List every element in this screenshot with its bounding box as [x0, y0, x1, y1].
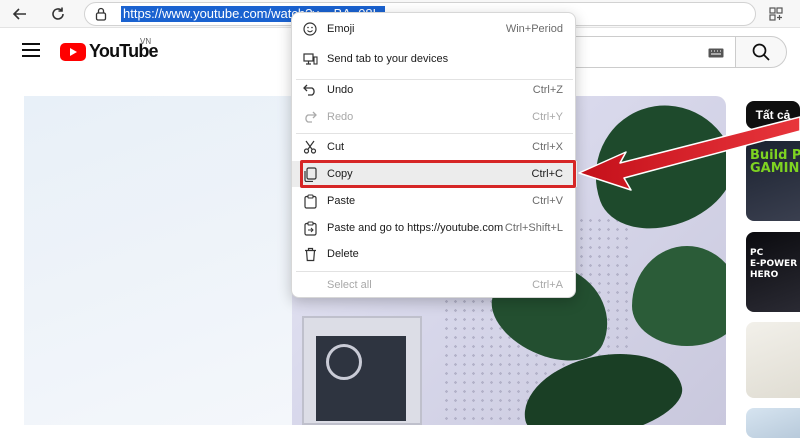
menu-item-shortcut: Ctrl+Shift+L	[504, 222, 563, 234]
back-button[interactable]	[8, 3, 32, 25]
redo-icon	[302, 109, 318, 125]
region-code: VN	[140, 37, 152, 46]
video-thumbnail[interactable]: PC E-POWER HERO	[746, 232, 800, 312]
menu-item-label: Cut	[327, 141, 345, 153]
video-thumbnail[interactable]: Build P GAMIN	[746, 141, 800, 221]
page-background	[24, 96, 294, 425]
youtube-play-icon	[60, 42, 86, 61]
menu-item-shortcut: Ctrl+Y	[532, 111, 563, 123]
chip-all[interactable]: Tất cả	[746, 101, 800, 129]
paste-icon	[302, 193, 318, 209]
back-arrow-icon	[12, 8, 26, 20]
menu-item-paste-and-go[interactable]: Paste and go to https://youtube.com Ctrl…	[292, 215, 577, 241]
copy-highlight-frame	[300, 160, 576, 188]
menu-item-label: Emoji	[327, 23, 355, 35]
send-tab-icon	[302, 51, 318, 67]
menu-item-label: Paste and go to https://youtube.com	[327, 222, 504, 234]
menu-item-label: Undo	[327, 84, 354, 96]
menu-item-shortcut: Ctrl+V	[532, 195, 563, 207]
menu-item-emoji[interactable]: Emoji Win+Period	[292, 16, 577, 42]
emoji-icon	[302, 21, 318, 37]
reload-button[interactable]	[46, 3, 70, 25]
cut-icon	[302, 139, 318, 155]
context-menu: Emoji Win+Period Send tab to your device…	[291, 12, 577, 298]
menu-item-shortcut: Ctrl+X	[532, 141, 563, 153]
menu-item-label: Select all	[327, 279, 372, 291]
pc-fan-image	[326, 344, 362, 380]
plant-leaf	[632, 246, 726, 346]
menu-item-label: Delete	[327, 248, 359, 260]
search-button[interactable]	[735, 36, 787, 68]
thumbnail-caption: PC E-POWER HERO	[750, 248, 798, 280]
menu-item-shortcut: Ctrl+Z	[532, 84, 563, 96]
reload-icon	[52, 7, 64, 20]
menu-item-send-tab[interactable]: Send tab to your devices	[292, 46, 577, 72]
menu-item-label: Paste	[327, 195, 356, 207]
menu-hamburger-icon[interactable]	[22, 43, 40, 57]
keyboard-icon[interactable]	[708, 45, 724, 63]
delete-icon	[302, 246, 318, 262]
pc-interior-image	[316, 336, 406, 421]
menu-item-paste[interactable]: Paste Ctrl+V	[292, 188, 577, 214]
undo-icon	[302, 82, 318, 98]
menu-item-select-all: Select all Ctrl+A	[292, 272, 577, 298]
video-thumbnail[interactable]	[746, 408, 800, 438]
paste-go-icon	[302, 220, 318, 236]
menu-item-shortcut: Win+Period	[505, 23, 563, 35]
menu-item-label: Redo	[327, 111, 354, 123]
menu-item-redo: Redo Ctrl+Y	[292, 104, 577, 130]
lock-icon[interactable]	[95, 7, 107, 26]
menu-item-undo[interactable]: Undo Ctrl+Z	[292, 77, 577, 103]
tab-actions-button[interactable]	[764, 3, 788, 25]
menu-item-delete[interactable]: Delete	[292, 241, 577, 267]
tabs-icon	[769, 7, 783, 21]
thumbnail-caption: Build P GAMIN	[750, 148, 800, 176]
search-icon	[752, 43, 770, 61]
menu-item-cut[interactable]: Cut Ctrl+X	[292, 134, 577, 160]
video-thumbnail[interactable]	[746, 322, 800, 398]
menu-item-label: Send tab to your devices	[327, 53, 449, 65]
menu-item-shortcut: Ctrl+A	[532, 279, 563, 291]
